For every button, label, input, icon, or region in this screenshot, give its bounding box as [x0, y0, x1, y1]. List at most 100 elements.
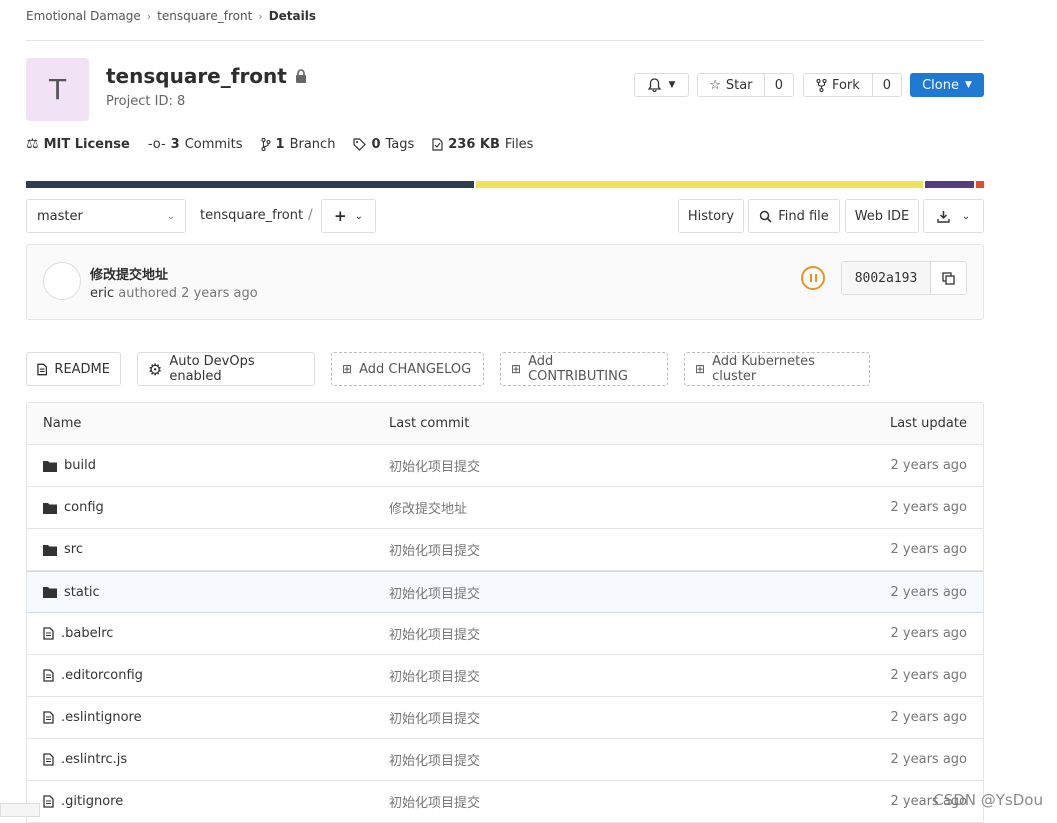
star-label: Star [725, 77, 753, 93]
clone-dropdown-button[interactable]: Clone ▼ [910, 73, 984, 97]
history-button[interactable]: History [678, 199, 744, 233]
breadcrumb: Emotional Damage › tensquare_front › Det… [26, 9, 316, 23]
file-name[interactable]: .babelrc [61, 626, 113, 641]
last-commit-cell[interactable]: 初始化项目提交 [389, 655, 480, 696]
table-row[interactable]: .eslintrc.js 初始化项目提交 2 years ago [27, 739, 983, 781]
commit-sha[interactable]: 8002a193 [842, 262, 931, 294]
branch-icon [260, 137, 271, 151]
find-file-label: Find file [778, 208, 829, 224]
commit-message[interactable]: 修改提交地址 [90, 264, 168, 283]
table-row[interactable]: config 修改提交地址 2 years ago [27, 487, 983, 529]
last-update-cell: 2 years ago [890, 752, 967, 767]
tags-count: 0 [371, 136, 381, 152]
last-commit-cell[interactable]: 修改提交地址 [389, 487, 467, 528]
files-link[interactable]: 236 KB Files [432, 137, 533, 152]
commit-author[interactable]: eric [90, 286, 114, 301]
watermark: CSDN @YsDou [933, 791, 1043, 809]
commits-label: Commits [184, 136, 243, 152]
file-name-cell[interactable]: .gitignore [43, 781, 123, 822]
add-changelog-button[interactable]: ⊞ Add CHANGELOG [331, 352, 484, 386]
fork-count[interactable]: 0 [871, 74, 901, 96]
add-file-dropdown[interactable]: + ⌄ [321, 199, 376, 233]
last-commit-cell[interactable]: 初始化项目提交 [389, 781, 480, 822]
file-name[interactable]: .eslintignore [61, 710, 142, 725]
scrollbar[interactable] [0, 803, 40, 817]
file-name-cell[interactable]: .eslintrc.js [43, 739, 127, 780]
language-segment[interactable] [976, 181, 984, 188]
notification-dropdown[interactable]: ▼ [634, 73, 689, 97]
chevron-down-icon: ⌄ [354, 210, 363, 222]
repo-path-link[interactable]: tensquare_front [200, 208, 303, 223]
last-commit-cell[interactable]: 初始化项目提交 [389, 445, 480, 486]
commit-icon: -o- [147, 136, 166, 152]
license-label: MIT License [43, 136, 130, 152]
table-row[interactable]: .babelrc 初始化项目提交 2 years ago [27, 613, 983, 655]
breadcrumb-project-link[interactable]: tensquare_front [157, 9, 252, 23]
language-segment[interactable] [476, 181, 924, 188]
chevron-down-icon: ▼ [668, 80, 676, 90]
search-icon [759, 210, 772, 223]
file-icon [43, 711, 54, 724]
last-commit-cell[interactable]: 初始化项目提交 [389, 613, 480, 654]
license-link[interactable]: ⚖ MIT License [26, 136, 130, 152]
last-commit-cell[interactable]: 初始化项目提交 [389, 739, 480, 780]
plus-square-icon: ⊞ [342, 362, 353, 376]
add-kubernetes-button[interactable]: ⊞ Add Kubernetes cluster [684, 352, 870, 386]
file-name[interactable]: .gitignore [61, 794, 123, 809]
chevron-right-icon: › [258, 9, 263, 23]
auto-devops-button[interactable]: ⚙ Auto DevOps enabled [137, 352, 315, 386]
file-name[interactable]: static [64, 585, 100, 600]
table-row[interactable]: .editorconfig 初始化项目提交 2 years ago [27, 655, 983, 697]
author-avatar[interactable] [43, 262, 81, 300]
table-row[interactable]: .eslintignore 初始化项目提交 2 years ago [27, 697, 983, 739]
star-count[interactable]: 0 [763, 74, 793, 96]
web-ide-button[interactable]: Web IDE [845, 199, 919, 233]
breadcrumb-group-link[interactable]: Emotional Damage [26, 9, 141, 23]
last-commit-cell[interactable]: 初始化项目提交 [389, 697, 480, 738]
add-contributing-button[interactable]: ⊞ Add CONTRIBUTING [500, 352, 668, 386]
star-button-group: ☆ Star 0 [697, 73, 794, 97]
file-name-cell[interactable]: config [43, 487, 104, 528]
last-commit-cell[interactable]: 初始化项目提交 [389, 572, 480, 612]
last-update-cell: 2 years ago [890, 710, 967, 725]
auto-devops-label: Auto DevOps enabled [169, 354, 255, 384]
branch-label: Branch [289, 136, 336, 152]
branch-count: 1 [275, 136, 285, 152]
last-commit-cell[interactable]: 初始化项目提交 [389, 529, 480, 570]
file-name[interactable]: build [64, 458, 96, 473]
tags-link[interactable]: 0 Tags [353, 137, 414, 152]
language-segment[interactable] [26, 181, 475, 188]
file-name-cell[interactable]: src [43, 529, 83, 570]
readme-button[interactable]: README [26, 352, 121, 386]
file-name-cell[interactable]: static [43, 572, 100, 612]
branches-link[interactable]: 1 Branch [260, 136, 336, 152]
table-row[interactable]: static 初始化项目提交 2 years ago [27, 571, 983, 613]
last-update-cell: 2 years ago [890, 584, 967, 600]
pipeline-paused-icon[interactable] [801, 266, 825, 290]
web-ide-label: Web IDE [854, 208, 910, 224]
file-name[interactable]: .editorconfig [61, 668, 143, 683]
branch-selector[interactable]: master ⌄ [26, 199, 186, 233]
commit-authored-text: authored 2 years ago [118, 286, 258, 301]
find-file-button[interactable]: Find file [748, 199, 840, 233]
file-name[interactable]: src [64, 542, 83, 557]
language-segment[interactable] [925, 181, 975, 188]
repository-languages-bar[interactable] [26, 181, 984, 188]
doc-icon [37, 363, 48, 375]
file-name-cell[interactable]: build [43, 445, 96, 486]
last-update-cell: 2 years ago [890, 626, 967, 641]
file-name-cell[interactable]: .editorconfig [43, 655, 143, 696]
copy-sha-button[interactable] [931, 262, 966, 294]
file-name-cell[interactable]: .babelrc [43, 613, 113, 654]
folder-icon [43, 460, 57, 472]
table-row[interactable]: build 初始化项目提交 2 years ago [27, 445, 983, 487]
table-row[interactable]: src 初始化项目提交 2 years ago [27, 529, 983, 571]
star-button[interactable]: ☆ Star [698, 74, 764, 96]
file-name[interactable]: config [64, 500, 104, 515]
commits-link[interactable]: -o- 3 Commits [148, 137, 243, 152]
download-dropdown[interactable]: ⌄ [923, 199, 984, 233]
fork-button[interactable]: Fork [804, 74, 872, 96]
folder-icon [43, 502, 57, 514]
file-name[interactable]: .eslintrc.js [61, 752, 127, 767]
file-name-cell[interactable]: .eslintignore [43, 697, 142, 738]
